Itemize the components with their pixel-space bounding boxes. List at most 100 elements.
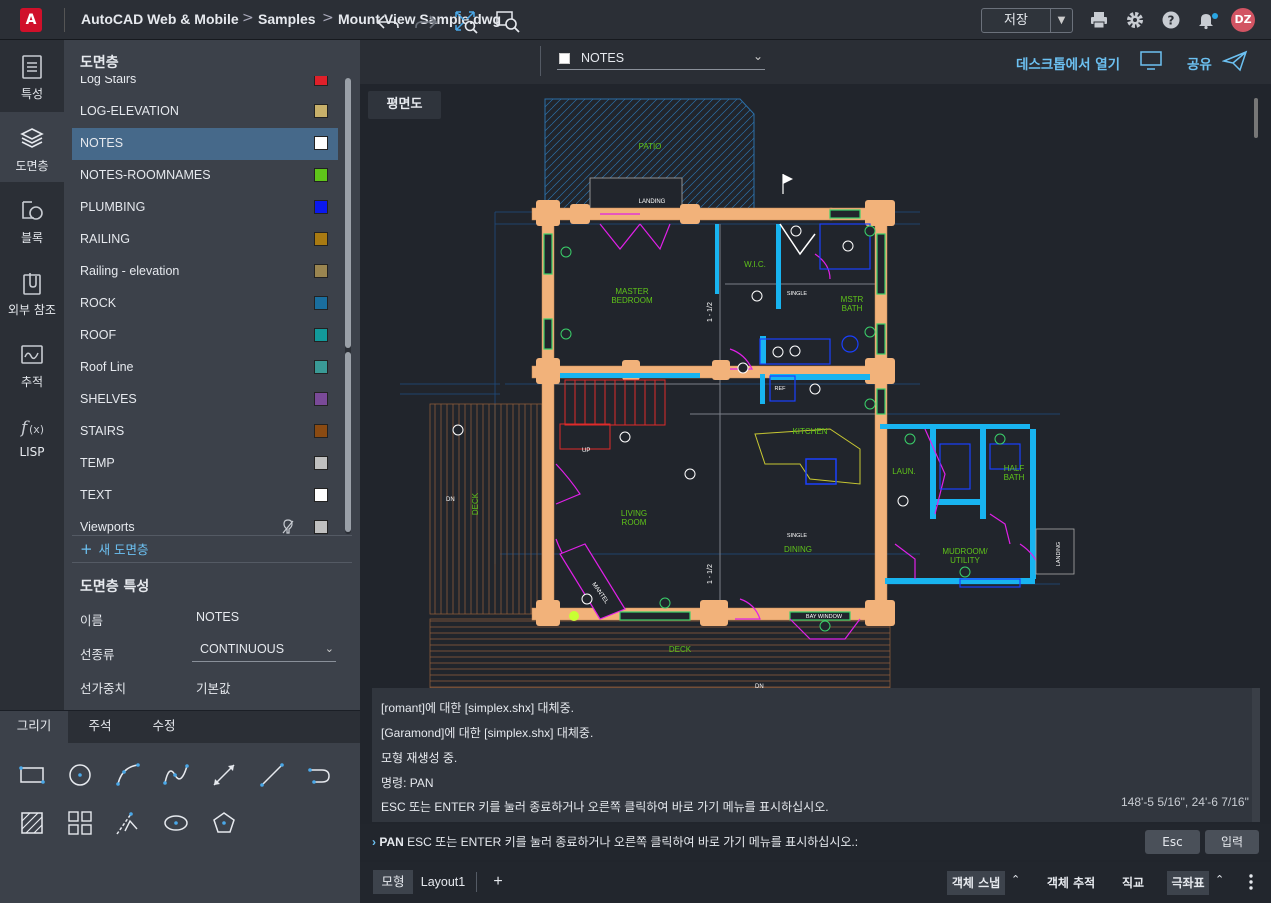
layer-row-roof-line[interactable]: Roof Line — [72, 352, 338, 384]
autocad-logo-icon[interactable]: A — [20, 8, 42, 32]
desktop-monitor-icon[interactable] — [1140, 51, 1162, 71]
hatch-tool-icon[interactable] — [18, 809, 46, 837]
layer-color-swatch[interactable] — [314, 520, 328, 534]
tab-annotate[interactable]: 주석 — [68, 711, 132, 743]
linetype-select[interactable]: CONTINUOUS ⌄ — [192, 640, 336, 662]
zoom-extents-icon[interactable] — [453, 9, 479, 35]
polar-toggle[interactable]: 극좌표 — [1167, 871, 1209, 895]
open-in-desktop-button[interactable]: 데스크톱에서 열기 — [1016, 53, 1120, 73]
arc-tool-icon[interactable] — [114, 761, 142, 789]
user-avatar[interactable]: DZ — [1231, 8, 1255, 32]
save-button[interactable]: 저장 — [981, 8, 1051, 33]
spline-tool-icon[interactable] — [162, 761, 190, 789]
layer-row-shelves[interactable]: SHELVES — [72, 384, 338, 416]
svg-text:(x): (x) — [29, 423, 44, 436]
room-label-mstr-bath: MSTR BATH — [841, 295, 864, 313]
layer-color-swatch[interactable] — [314, 136, 328, 150]
breadcrumb-folder[interactable]: Samples — [258, 11, 316, 27]
line-tool-icon[interactable] — [258, 761, 286, 789]
more-options-icon[interactable] — [1245, 872, 1257, 892]
zoom-window-icon[interactable] — [495, 9, 521, 35]
enter-button[interactable]: 입력 — [1205, 830, 1259, 854]
layer-row-notes[interactable]: NOTES — [72, 128, 338, 160]
measure-tool-icon[interactable] — [114, 809, 142, 837]
help-icon[interactable]: ? — [1161, 10, 1181, 30]
layer-color-swatch[interactable] — [314, 168, 328, 182]
layer-color-swatch[interactable] — [314, 296, 328, 310]
tab-modify[interactable]: 수정 — [132, 711, 196, 743]
object-snap-toggle[interactable]: 객체 스냅 — [947, 871, 1005, 895]
rail-item-lisp[interactable]: f (x) LISP — [0, 400, 64, 470]
lineweight-value[interactable]: 기본값 — [196, 678, 231, 697]
tab-model[interactable]: 모형 — [373, 870, 413, 894]
layer-color-swatch[interactable] — [314, 232, 328, 246]
layer-color-swatch[interactable] — [314, 104, 328, 118]
prompt-text: ESC 또는 ENTER 키를 눌러 종료하거나 오른쪽 클릭하여 바로 가기 … — [407, 835, 859, 849]
freeze-layer-icon[interactable] — [282, 519, 294, 535]
layer-row-notes-roomnames[interactable]: NOTES-ROOMNAMES — [72, 160, 338, 192]
layer-color-swatch[interactable] — [314, 328, 328, 342]
gear-icon[interactable] — [1125, 10, 1145, 30]
history-line: [Garamond]에 대한 [simplex.shx] 대체중. — [381, 726, 594, 740]
layer-row-log-elevation[interactable]: LOG-ELEVATION — [72, 96, 338, 128]
new-layer-button[interactable]: + 새 도면층 — [80, 539, 149, 558]
single-door-label: SINGLE — [787, 533, 808, 539]
array-tool-icon[interactable] — [66, 809, 94, 837]
rail-item-layers[interactable]: 도면층 — [0, 112, 64, 182]
rail-item-trace[interactable]: 추적 — [0, 328, 64, 398]
rail-item-xref[interactable]: 외부 참조 — [0, 256, 64, 326]
ortho-toggle[interactable]: 직교 — [1117, 871, 1149, 895]
floor-plan-drawing[interactable]: PATIO LANDING DECK DN DECK DN UP MANTEL … — [360, 84, 1271, 688]
ellipse-tool-icon[interactable] — [162, 809, 190, 837]
layers-icon — [20, 128, 44, 148]
layer-row-plumbing[interactable]: PLUMBING — [72, 192, 338, 224]
command-prompt[interactable]: › PAN ESC 또는 ENTER 키를 눌러 종료하거나 오른쪽 클릭하여 … — [372, 833, 858, 850]
undo-icon[interactable] — [375, 9, 401, 35]
layer-row-railing-elevation[interactable]: Railing - elevation — [72, 256, 338, 288]
view-label[interactable]: 평면도 — [368, 91, 441, 119]
layer-row-roof[interactable]: ROOF — [72, 320, 338, 352]
layer-row-railing[interactable]: RAILING — [72, 224, 338, 256]
app-name[interactable]: AutoCAD Web & Mobile — [81, 11, 239, 27]
rail-item-blocks[interactable]: 블록 — [0, 184, 64, 254]
print-icon[interactable] — [1089, 10, 1109, 30]
name-value[interactable]: NOTES — [196, 610, 239, 624]
layer-color-swatch[interactable] — [314, 360, 328, 374]
linear-dimension-tool-icon[interactable] — [210, 761, 238, 789]
layer-row-temp[interactable]: TEMP — [72, 448, 338, 480]
tab-draw[interactable]: 그리기 — [0, 711, 68, 743]
canvas-scrollbar[interactable] — [1254, 98, 1258, 138]
layer-row-text[interactable]: TEXT — [72, 480, 338, 512]
object-tracking-toggle[interactable]: 객체 추적 — [1042, 871, 1100, 895]
add-layout-button[interactable]: + — [488, 870, 508, 894]
layer-row-stairs[interactable]: STAIRS — [72, 416, 338, 448]
layer-list-scrollbar-thumb[interactable] — [345, 352, 351, 532]
circle-tool-icon[interactable] — [66, 761, 94, 789]
layer-color-swatch[interactable] — [314, 76, 328, 86]
current-layer-dropdown[interactable]: NOTES ⌄ — [557, 48, 765, 70]
esc-button[interactable]: Esc — [1145, 830, 1200, 854]
layer-color-swatch[interactable] — [314, 456, 328, 470]
layer-list[interactable]: Log Stairs LOG-ELEVATION NOTES NOTES-ROO… — [72, 76, 346, 572]
share-button[interactable]: 공유 — [1187, 53, 1212, 73]
layer-row-rock[interactable]: ROCK — [72, 288, 338, 320]
layer-color-swatch[interactable] — [314, 424, 328, 438]
layer-color-swatch[interactable] — [314, 200, 328, 214]
rail-item-properties[interactable]: 특성 — [0, 40, 64, 110]
layer-row-log-stairs[interactable]: Log Stairs — [72, 76, 338, 96]
room-label-patio: PATIO — [639, 142, 662, 151]
save-options-chevron-down-icon[interactable]: ▼ — [1050, 8, 1073, 33]
layer-color-swatch[interactable] — [314, 392, 328, 406]
send-paper-plane-icon[interactable] — [1222, 50, 1248, 72]
polygon-tool-icon[interactable] — [210, 809, 238, 837]
command-history-scrollbar[interactable] — [1252, 688, 1260, 822]
layer-color-swatch[interactable] — [314, 264, 328, 278]
polyline-tool-icon[interactable] — [306, 761, 334, 789]
tab-layout1[interactable]: Layout1 — [418, 870, 468, 894]
rectangle-tool-icon[interactable] — [18, 761, 46, 789]
layer-color-swatch[interactable] — [314, 488, 328, 502]
chevron-up-icon[interactable]: ⌃ — [1011, 873, 1020, 886]
layer-list-scrollbar-thumb[interactable] — [345, 78, 351, 348]
redo-icon[interactable] — [413, 9, 439, 35]
chevron-up-icon[interactable]: ⌃ — [1215, 873, 1224, 886]
